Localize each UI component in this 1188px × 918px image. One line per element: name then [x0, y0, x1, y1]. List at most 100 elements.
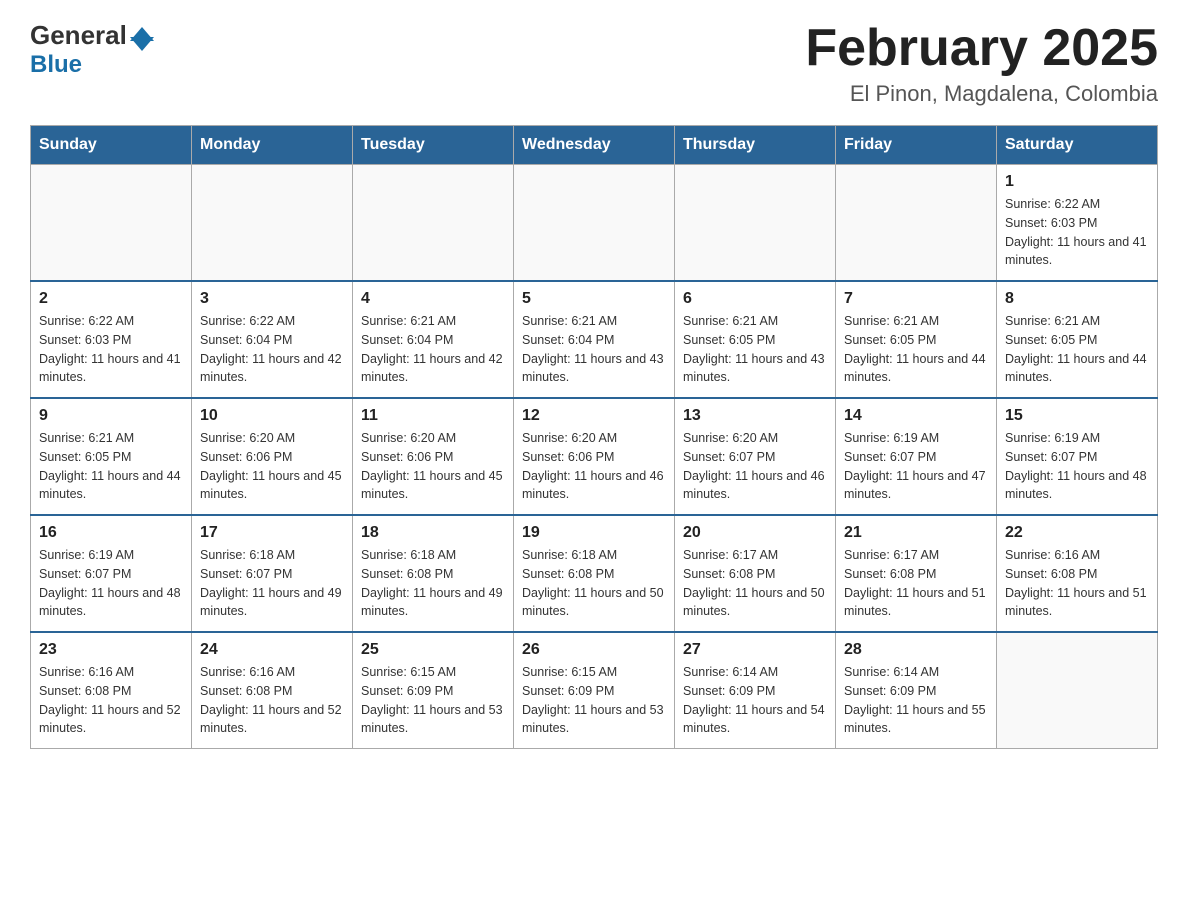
calendar-cell: 12Sunrise: 6:20 AMSunset: 6:06 PMDayligh… [514, 398, 675, 515]
logo-arrow-down-icon [130, 37, 154, 51]
day-info: Sunrise: 6:14 AMSunset: 6:09 PMDaylight:… [844, 663, 988, 738]
calendar-cell: 15 Sunrise: 6:19 AMSunset: 6:07 PMDayligh… [997, 398, 1158, 515]
day-info: Sunrise: 6:21 AMSunset: 6:05 PMDaylight:… [683, 312, 827, 387]
weekday-header-tuesday: Tuesday [353, 126, 514, 165]
calendar-cell: 22 Sunrise: 6:16 AMSunset: 6:08 PMDayligh… [997, 515, 1158, 632]
day-number: 5 [522, 290, 666, 308]
calendar-cell: 21 Sunrise: 6:17 AMSunset: 6:08 PMDayligh… [836, 515, 997, 632]
day-info: Sunrise: 6:21 AMSunset: 6:04 PMDaylight:… [361, 312, 505, 387]
calendar-cell [353, 165, 514, 282]
day-number: 23 [39, 641, 183, 659]
calendar-cell: 26 Sunrise: 6:15 AMSunset: 6:09 PMDayligh… [514, 632, 675, 749]
page-header: General Blue February 2025 El Pinon, Mag… [30, 20, 1158, 107]
calendar-cell [836, 165, 997, 282]
calendar-cell: 16Sunrise: 6:19 AMSunset: 6:07 PMDayligh… [31, 515, 192, 632]
calendar-cell: 19 Sunrise: 6:18 AMSunset: 6:08 PMDayligh… [514, 515, 675, 632]
day-info: Sunrise: 6:22 AMSunset: 6:03 PMDaylight:… [39, 312, 183, 387]
day-number: 3 [200, 290, 344, 308]
day-info: Sunrise: 6:20 AMSunset: 6:06 PMDaylight:… [361, 429, 505, 504]
calendar-cell: 2 Sunrise: 6:22 AMSunset: 6:03 PMDaylight… [31, 281, 192, 398]
calendar-cell: 4 Sunrise: 6:21 AMSunset: 6:04 PMDaylight… [353, 281, 514, 398]
calendar-cell: 10 Sunrise: 6:20 AMSunset: 6:06 PMDayligh… [192, 398, 353, 515]
calendar-cell [997, 632, 1158, 749]
day-info: Sunrise: 6:14 AMSunset: 6:09 PMDaylight:… [683, 663, 827, 738]
calendar-cell: 23 Sunrise: 6:16 AMSunset: 6:08 PMDayligh… [31, 632, 192, 749]
day-info: Sunrise: 6:20 AMSunset: 6:06 PMDaylight:… [200, 429, 344, 504]
calendar-cell: 9Sunrise: 6:21 AMSunset: 6:05 PMDaylight… [31, 398, 192, 515]
weekday-header-sunday: Sunday [31, 126, 192, 165]
day-number: 7 [844, 290, 988, 308]
day-number: 20 [683, 524, 827, 542]
calendar-cell: 7 Sunrise: 6:21 AMSunset: 6:05 PMDaylight… [836, 281, 997, 398]
weekday-header-wednesday: Wednesday [514, 126, 675, 165]
day-number: 4 [361, 290, 505, 308]
day-number: 14 [844, 407, 988, 425]
weekday-header-row: SundayMondayTuesdayWednesdayThursdayFrid… [31, 126, 1158, 165]
calendar-cell [192, 165, 353, 282]
day-info: Sunrise: 6:17 AMSunset: 6:08 PMDaylight:… [683, 546, 827, 621]
day-number: 26 [522, 641, 666, 659]
title-block: February 2025 El Pinon, Magdalena, Colom… [805, 20, 1158, 107]
weekday-header-thursday: Thursday [675, 126, 836, 165]
weekday-header-saturday: Saturday [997, 126, 1158, 165]
calendar-cell [514, 165, 675, 282]
day-number: 17 [200, 524, 344, 542]
day-number: 16 [39, 524, 183, 542]
calendar-cell [675, 165, 836, 282]
day-info: Sunrise: 6:19 AMSunset: 6:07 PMDaylight:… [844, 429, 988, 504]
day-number: 1 [1005, 173, 1149, 191]
calendar-cell: 5 Sunrise: 6:21 AMSunset: 6:04 PMDaylight… [514, 281, 675, 398]
day-number: 6 [683, 290, 827, 308]
calendar-cell: 25Sunrise: 6:15 AMSunset: 6:09 PMDayligh… [353, 632, 514, 749]
day-info: Sunrise: 6:18 AMSunset: 6:07 PMDaylight:… [200, 546, 344, 621]
day-info: Sunrise: 6:21 AMSunset: 6:05 PMDaylight:… [1005, 312, 1149, 387]
day-info: Sunrise: 6:21 AMSunset: 6:04 PMDaylight:… [522, 312, 666, 387]
day-info: Sunrise: 6:15 AMSunset: 6:09 PMDaylight:… [361, 663, 505, 738]
day-info: Sunrise: 6:21 AMSunset: 6:05 PMDaylight:… [39, 429, 183, 504]
calendar-week-row: 2 Sunrise: 6:22 AMSunset: 6:03 PMDaylight… [31, 281, 1158, 398]
day-info: Sunrise: 6:18 AMSunset: 6:08 PMDaylight:… [522, 546, 666, 621]
calendar-week-row: 9Sunrise: 6:21 AMSunset: 6:05 PMDaylight… [31, 398, 1158, 515]
calendar-cell: 14 Sunrise: 6:19 AMSunset: 6:07 PMDayligh… [836, 398, 997, 515]
calendar-cell: 18Sunrise: 6:18 AMSunset: 6:08 PMDayligh… [353, 515, 514, 632]
day-info: Sunrise: 6:19 AMSunset: 6:07 PMDaylight:… [1005, 429, 1149, 504]
calendar-week-row: 1Sunrise: 6:22 AMSunset: 6:03 PMDaylight… [31, 165, 1158, 282]
logo-general-text: General [30, 20, 127, 51]
calendar-cell: 28 Sunrise: 6:14 AMSunset: 6:09 PMDayligh… [836, 632, 997, 749]
weekday-header-monday: Monday [192, 126, 353, 165]
day-number: 13 [683, 407, 827, 425]
calendar-table: SundayMondayTuesdayWednesdayThursdayFrid… [30, 125, 1158, 749]
day-info: Sunrise: 6:21 AMSunset: 6:05 PMDaylight:… [844, 312, 988, 387]
calendar-cell: 8 Sunrise: 6:21 AMSunset: 6:05 PMDaylight… [997, 281, 1158, 398]
logo-blue-text: Blue [30, 51, 82, 79]
day-number: 27 [683, 641, 827, 659]
calendar-cell: 24 Sunrise: 6:16 AMSunset: 6:08 PMDayligh… [192, 632, 353, 749]
day-number: 11 [361, 407, 505, 425]
day-number: 22 [1005, 524, 1149, 542]
day-info: Sunrise: 6:17 AMSunset: 6:08 PMDaylight:… [844, 546, 988, 621]
day-number: 24 [200, 641, 344, 659]
calendar-week-row: 16Sunrise: 6:19 AMSunset: 6:07 PMDayligh… [31, 515, 1158, 632]
day-info: Sunrise: 6:18 AMSunset: 6:08 PMDaylight:… [361, 546, 505, 621]
calendar-cell: 20 Sunrise: 6:17 AMSunset: 6:08 PMDayligh… [675, 515, 836, 632]
month-title: February 2025 [805, 20, 1158, 77]
day-number: 21 [844, 524, 988, 542]
location-subtitle: El Pinon, Magdalena, Colombia [805, 81, 1158, 107]
calendar-cell: 13 Sunrise: 6:20 AMSunset: 6:07 PMDayligh… [675, 398, 836, 515]
logo: General Blue [30, 20, 154, 79]
calendar-cell: 6 Sunrise: 6:21 AMSunset: 6:05 PMDaylight… [675, 281, 836, 398]
day-number: 8 [1005, 290, 1149, 308]
day-info: Sunrise: 6:20 AMSunset: 6:07 PMDaylight:… [683, 429, 827, 504]
day-info: Sunrise: 6:16 AMSunset: 6:08 PMDaylight:… [1005, 546, 1149, 621]
day-number: 15 [1005, 407, 1149, 425]
day-info: Sunrise: 6:16 AMSunset: 6:08 PMDaylight:… [200, 663, 344, 738]
day-number: 28 [844, 641, 988, 659]
day-info: Sunrise: 6:20 AMSunset: 6:06 PMDaylight:… [522, 429, 666, 504]
day-info: Sunrise: 6:15 AMSunset: 6:09 PMDaylight:… [522, 663, 666, 738]
day-info: Sunrise: 6:16 AMSunset: 6:08 PMDaylight:… [39, 663, 183, 738]
calendar-cell: 27 Sunrise: 6:14 AMSunset: 6:09 PMDayligh… [675, 632, 836, 749]
day-number: 2 [39, 290, 183, 308]
day-number: 10 [200, 407, 344, 425]
day-number: 19 [522, 524, 666, 542]
calendar-cell [31, 165, 192, 282]
